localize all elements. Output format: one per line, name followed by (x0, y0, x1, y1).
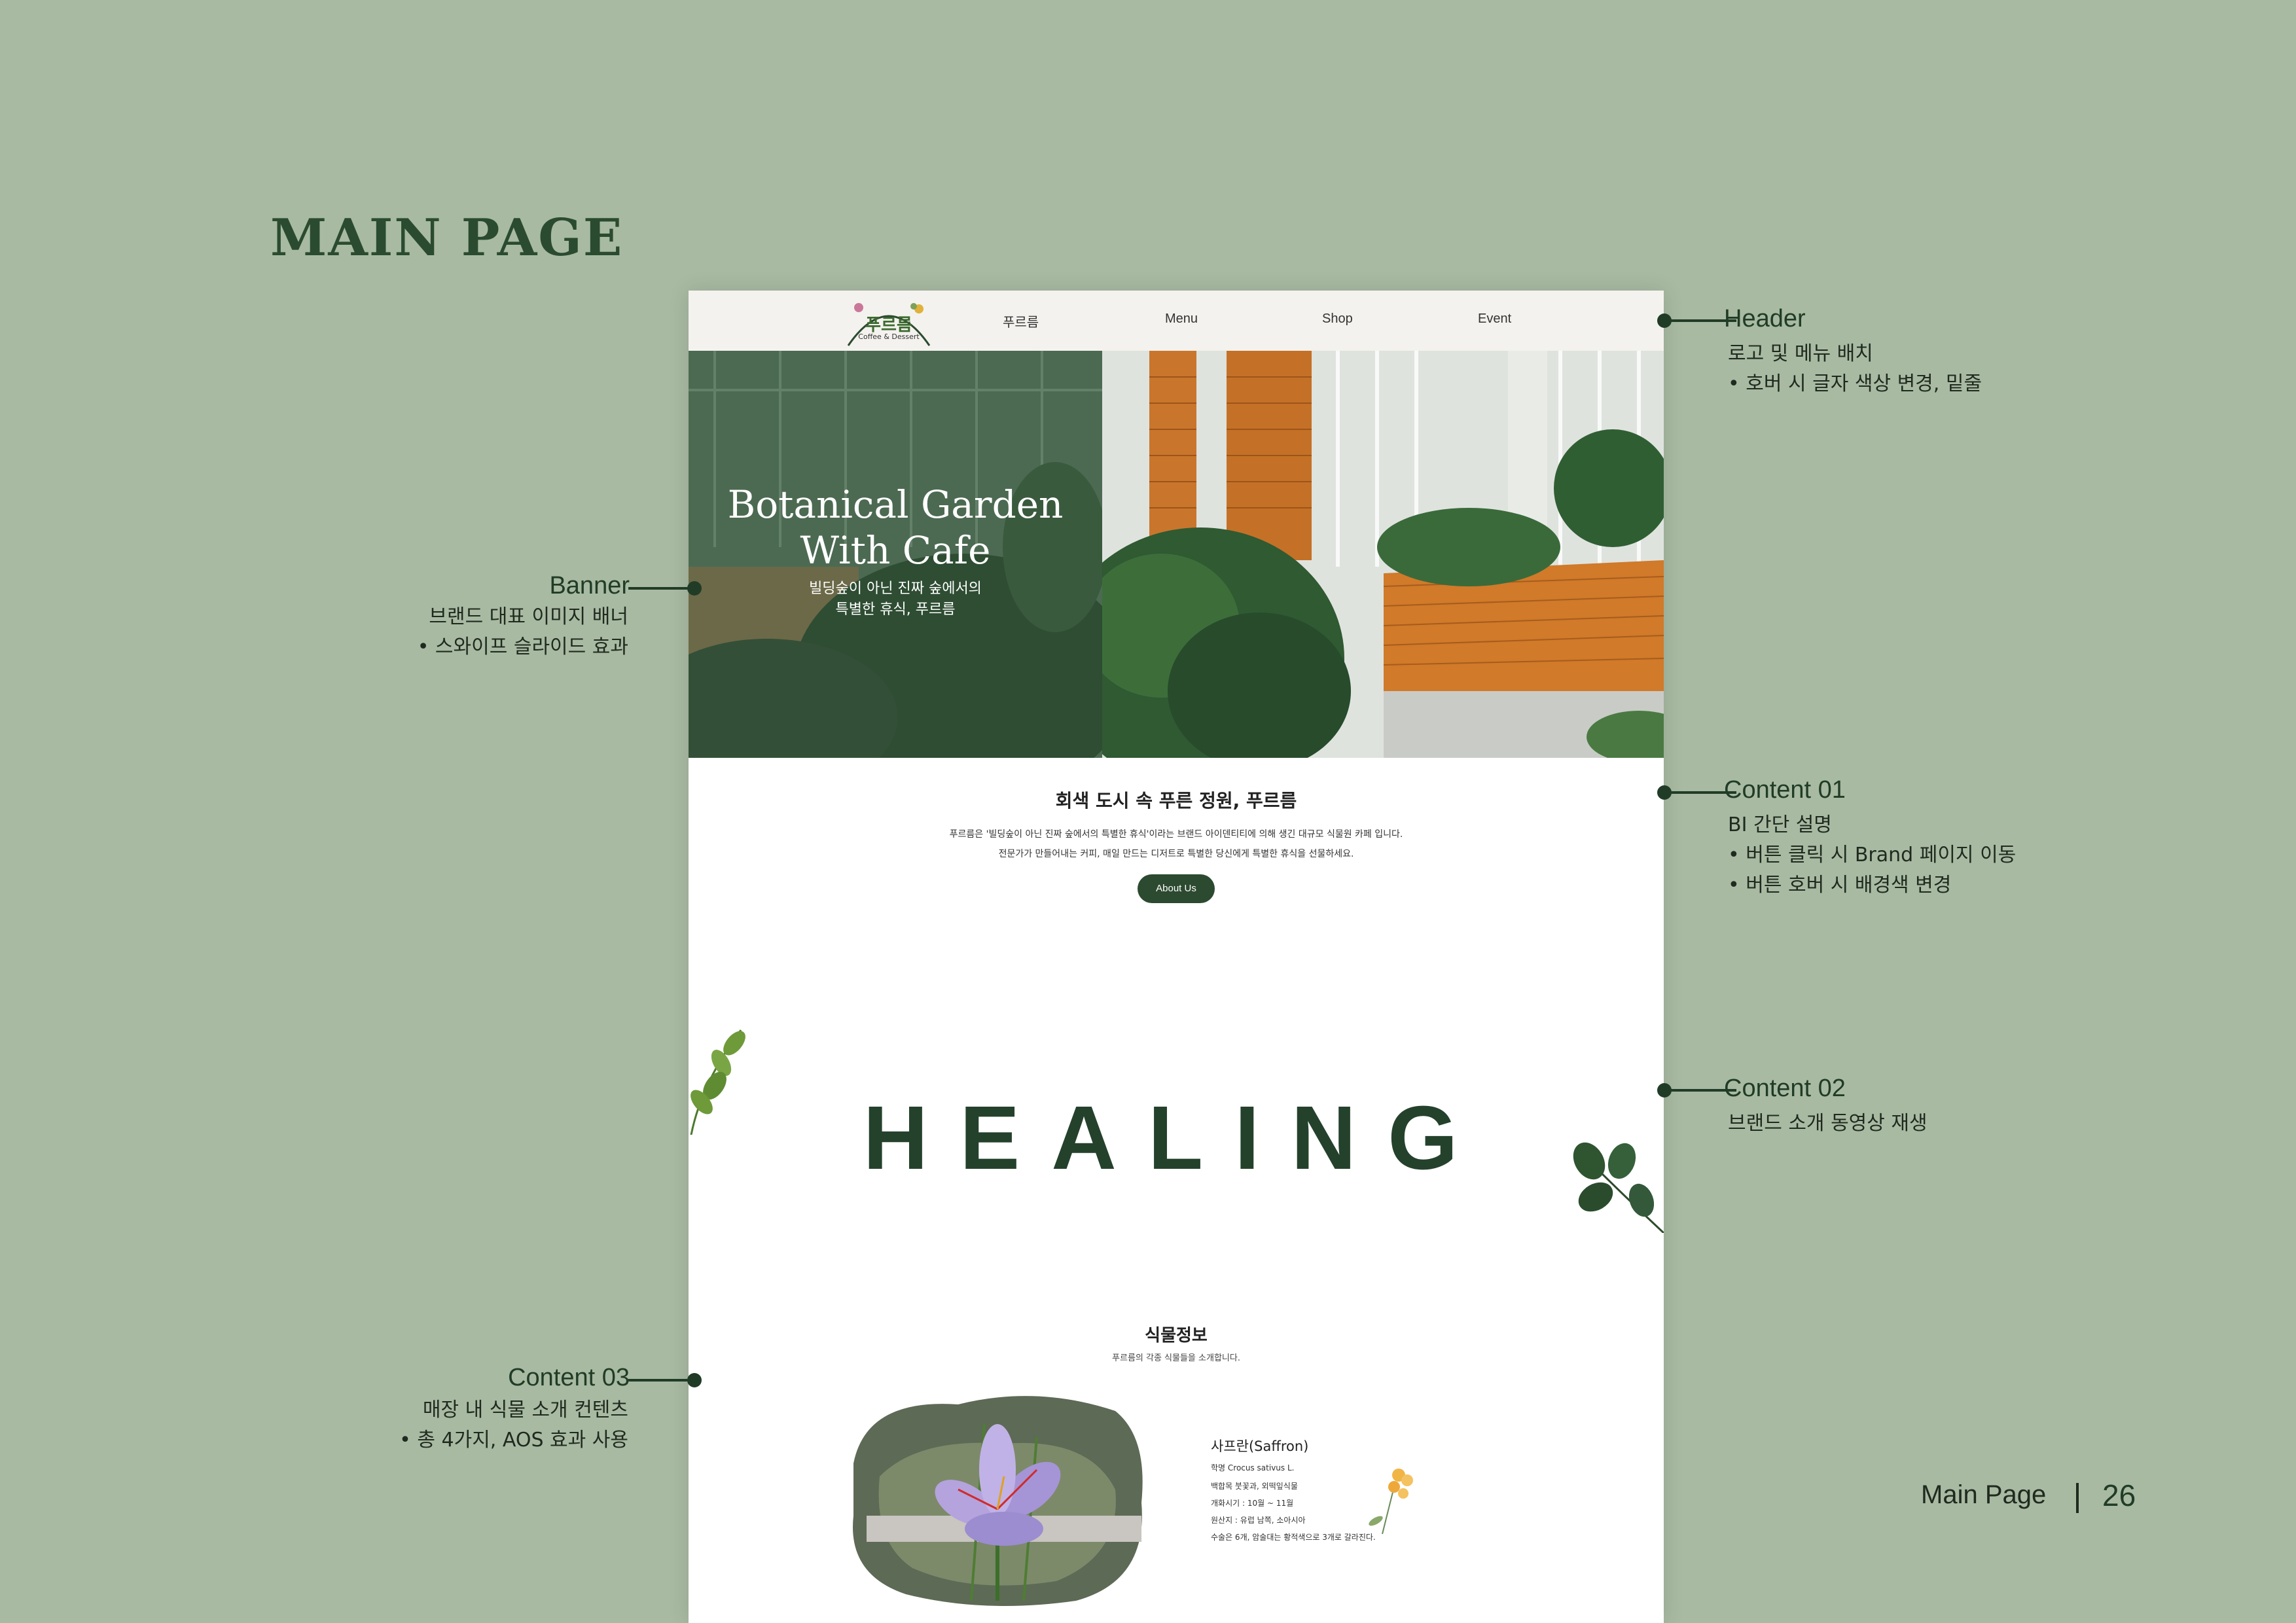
content03-annotation-text: 매장 내 식물 소개 컨텐츠 • 총 4가지, AOS 효과 사용 (301, 1395, 628, 1455)
content02-annotation-line1: 브랜드 소개 동영상 재생 (1728, 1112, 1928, 1135)
plant-detail-scientific: 학명 Crocus sativus L. (1211, 1463, 1295, 1472)
header-annotation-line2: • 호버 시 글자 색상 변경, 밑줄 (1728, 372, 1982, 395)
plant-detail-origin: 원산지 : 유럽 남쪽, 소아시아 (1211, 1516, 1306, 1525)
footer-page-number: 26 (2102, 1478, 2136, 1512)
banner-sub-line2: 특별한 휴식, 푸르름 (835, 601, 956, 618)
greenhouse-image (1056, 351, 1664, 758)
banner-sub-line1: 빌딩숲이 아닌 진짜 숲에서의 (809, 580, 982, 597)
nav-item-event[interactable]: Event (1478, 312, 1511, 327)
footer-page-label: Main Page (1921, 1480, 2047, 1509)
content03-subtitle: 푸르름의 각종 식물들을 소개합니다. (1112, 1353, 1240, 1363)
banner-annotation-line2: • 스와이프 슬라이드 효과 (417, 635, 628, 658)
content01-title: 회색 도시 속 푸른 정원, 푸르름 (1055, 790, 1297, 812)
nav-item-shop[interactable]: Shop (1322, 312, 1353, 327)
banner-annotation-text: 브랜드 대표 이미지 배너 • 스와이프 슬라이드 효과 (301, 602, 628, 662)
banner-annotation-dot (687, 581, 702, 596)
banner-title-line1: Botanical Garden (727, 482, 1064, 527)
footer-separator (2076, 1483, 2079, 1513)
plant-detail-bloom: 개화시기 : 10월 ~ 11월 (1211, 1499, 1294, 1508)
page-title: MAIN PAGE (270, 208, 624, 268)
content03-annotation-line2: • 총 4가지, AOS 효과 사용 (399, 1429, 628, 1452)
site-header: 푸르름 Coffee & Dessert 푸르름 Menu Shop Event (689, 291, 1664, 351)
content01-annotation-line2: • 버튼 클릭 시 Brand 페이지 이동 (1728, 844, 2017, 866)
healing-video[interactable]: HEALING (689, 1086, 1664, 1190)
logo-subtext: Coffee & Dessert (858, 332, 920, 341)
content03-annotation-dot (687, 1373, 702, 1387)
header-annotation-title: Header (1724, 305, 1806, 332)
header-annotation-text: 로고 및 메뉴 배치 • 호버 시 글자 색상 변경, 밑줄 (1728, 339, 1982, 399)
content01-annotation-title: Content 01 (1724, 776, 1846, 804)
healing-word: HEALING (863, 1088, 1490, 1188)
content03-annotation-line1: 매장 내 식물 소개 컨텐츠 (422, 1399, 628, 1421)
hero-banner[interactable]: Botanical Garden With Cafe 빌딩숲이 아닌 진짜 숲에… (689, 351, 1664, 758)
banner-annotation-title: Banner (549, 572, 630, 599)
banner-overlay-panel: Botanical Garden With Cafe 빌딩숲이 아닌 진짜 숲에… (689, 351, 1134, 758)
flower-illustration-icon (1369, 1469, 1413, 1534)
header-annotation-line1: 로고 및 메뉴 배치 (1728, 342, 1873, 365)
banner-annotation-line (628, 587, 694, 590)
banner-annotation-line1: 브랜드 대표 이미지 배너 (429, 605, 628, 628)
content03-title: 식물정보 (1145, 1326, 1208, 1346)
saffron-flower-image (853, 1396, 1143, 1606)
about-us-button[interactable]: About Us (1138, 874, 1215, 903)
website-mockup: 푸르름 Coffee & Dessert 푸르름 Menu Shop Event (689, 291, 1664, 1623)
content01-annotation-line1: BI 간단 설명 (1728, 813, 1832, 836)
logo[interactable]: 푸르름 Coffee & Dessert (843, 293, 935, 348)
content01-annotation-text: BI 간단 설명 • 버튼 클릭 시 Brand 페이지 이동 • 버튼 호버 … (1728, 810, 2016, 901)
content01-line1: 푸르름은 '빌딩숲이 아닌 진짜 숲에서의 특별한 휴식'이라는 브랜드 아이덴… (949, 829, 1403, 840)
banner-subtitle: 빌딩숲이 아닌 진짜 숲에서의 특별한 휴식, 푸르름 (689, 579, 1102, 620)
content01-annotation-line3: • 버튼 호버 시 배경색 변경 (1728, 874, 1952, 897)
content03-annotation-line (628, 1379, 694, 1382)
content01-line2: 전문가가 만들어내는 커피, 매일 만드는 디저트로 특별한 당신에게 특별한 … (998, 849, 1354, 859)
content03-annotation-title: Content 03 (508, 1364, 630, 1391)
nav-item-brand[interactable]: 푸르름 (1003, 312, 1039, 330)
content02-annotation-title: Content 02 (1724, 1075, 1846, 1102)
banner-image (1056, 351, 1664, 758)
content02-annotation-text: 브랜드 소개 동영상 재생 (1728, 1109, 1928, 1139)
nav-item-menu[interactable]: Menu (1165, 312, 1198, 327)
banner-title-line2: With Cafe (800, 528, 991, 573)
plant-detail-family: 백합목 붓꽃과, 외떡잎식물 (1211, 1482, 1298, 1491)
saffron-image (840, 1385, 1155, 1610)
plant-name: 사프란(Saffron) (1211, 1438, 1309, 1454)
banner-title: Botanical Garden With Cafe (689, 482, 1102, 573)
plant-detail-description: 수술은 6개, 암술대는 황적색으로 3개로 갈라진다. (1211, 1533, 1376, 1542)
